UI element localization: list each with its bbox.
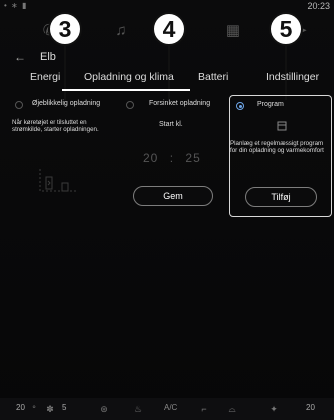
delayed-radio[interactable] (126, 101, 134, 109)
climate-bar: 20 ° ✽ 5 ⊛ ♨ A/C ⌐ ⌓ ✦ 20 (0, 398, 334, 420)
page-title: Elb (40, 51, 56, 63)
option-program-panel[interactable]: Program Planlæg et regelmæssigt program … (229, 95, 332, 217)
left-temperature[interactable]: 20 (16, 403, 25, 412)
program-description: Planlæg et regelmæssigt program for din … (230, 140, 324, 155)
delayed-label: Forsinket opladning (149, 100, 211, 107)
start-time-label: Start kl. (159, 121, 183, 128)
screen: • ∗ ▮ 20:23 ✆ ♫ ▦ ➤ 3 4 5 ← Elb Energi O… (0, 0, 334, 420)
save-button[interactable]: Gem (133, 186, 213, 206)
start-time-display[interactable]: 20 : 25 (143, 151, 201, 165)
tab-indstillinger[interactable]: Indstillinger (266, 71, 319, 83)
fan-icon[interactable]: ✽ (44, 403, 56, 415)
add-button[interactable]: Tilføj (245, 187, 317, 207)
callout-3: 3 (48, 12, 82, 46)
option-immediate-panel[interactable]: Øjeblikkelig opladning Når køretøjet er … (8, 95, 118, 215)
fan-speed[interactable]: 5 (62, 403, 66, 412)
start-hour[interactable]: 20 (143, 151, 158, 165)
seat-icon[interactable]: ⌐ (198, 403, 210, 415)
back-arrow-icon[interactable]: ← (14, 50, 26, 64)
temperature-icon: ° (32, 404, 36, 414)
program-schedule-icon (277, 121, 287, 131)
right-temperature[interactable]: 20 (306, 403, 315, 412)
tab-opladning-og-klima[interactable]: Opladning og klima (84, 71, 174, 83)
tab-energi[interactable]: Energi (30, 71, 60, 83)
recirculation-icon[interactable]: ⊛ (98, 403, 110, 415)
music-icon[interactable]: ♫ (112, 22, 130, 40)
apps-grid-icon[interactable]: ▦ (224, 22, 242, 40)
status-icons: • ∗ ▮ (4, 1, 28, 10)
active-tab-indicator (62, 89, 190, 91)
charging-plug-icon (39, 169, 76, 192)
tab-bar: Energi Opladning og klima Batteri Indsti… (0, 67, 334, 91)
time-separator: : (169, 151, 175, 165)
option-delayed-panel[interactable]: Forsinket opladning Start kl. 20 : 25 Ge… (119, 95, 227, 215)
program-label: Program (257, 101, 284, 108)
start-minute[interactable]: 25 (185, 151, 200, 165)
ac-button[interactable]: A/C (164, 403, 177, 412)
airflow-icon[interactable]: ✦ (268, 403, 280, 415)
callout-5: 5 (269, 12, 303, 46)
immediate-description: Når køretøjet er tilsluttet en strømkild… (12, 119, 99, 134)
immediate-radio[interactable] (15, 101, 23, 109)
callout-4: 4 (152, 12, 186, 46)
defrost-icon[interactable]: ⌓ (226, 403, 238, 415)
seat-heat-icon[interactable]: ♨ (132, 403, 144, 415)
immediate-label: Øjeblikkelig opladning (32, 100, 101, 107)
tab-batteri[interactable]: Batteri (198, 71, 228, 83)
program-radio[interactable] (236, 102, 244, 110)
status-time: 20:23 (307, 1, 330, 11)
